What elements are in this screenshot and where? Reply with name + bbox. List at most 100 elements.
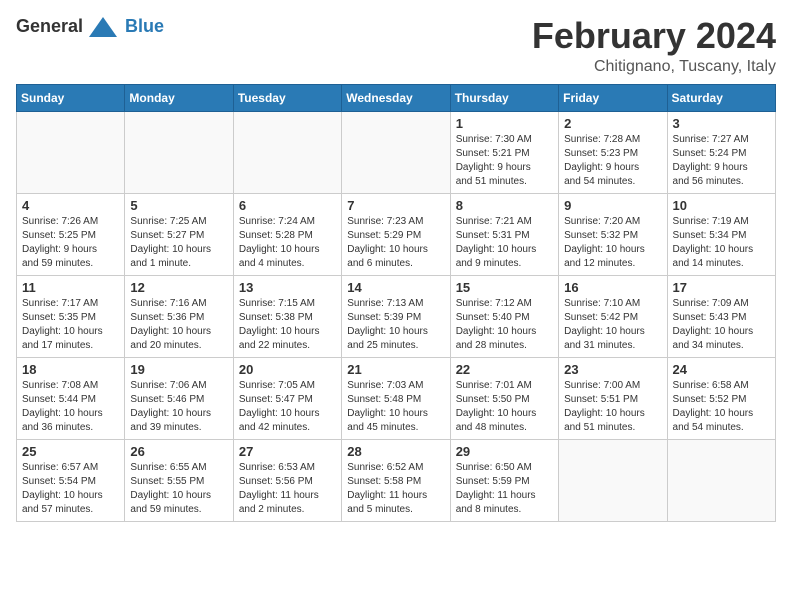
weekday-header: Saturday xyxy=(667,84,775,111)
day-number: 19 xyxy=(130,362,227,377)
calendar-day-cell: 22 Sunrise: 7:01 AM Sunset: 5:50 PM Dayli… xyxy=(450,357,558,439)
day-info: Sunrise: 7:01 AM Sunset: 5:50 PM Dayligh… xyxy=(456,379,553,435)
day-info: Sunrise: 7:09 AM Sunset: 5:43 PM Dayligh… xyxy=(673,297,770,353)
day-number: 3 xyxy=(673,116,770,131)
day-number: 13 xyxy=(239,280,336,295)
logo-icon xyxy=(89,17,117,37)
day-number: 24 xyxy=(673,362,770,377)
day-number: 11 xyxy=(22,280,119,295)
calendar-day-cell xyxy=(342,111,450,193)
title-area: February 2024 Chitignano, Tuscany, Italy xyxy=(532,16,776,76)
day-info: Sunrise: 7:15 AM Sunset: 5:38 PM Dayligh… xyxy=(239,297,336,353)
weekday-header: Thursday xyxy=(450,84,558,111)
calendar-table: SundayMondayTuesdayWednesdayThursdayFrid… xyxy=(16,84,776,522)
day-number: 27 xyxy=(239,444,336,459)
calendar-day-cell: 15Sunrise: 7:12 AM Sunset: 5:40 PM Dayli… xyxy=(450,275,558,357)
day-number: 21 xyxy=(347,362,444,377)
calendar-day-cell: 18 Sunrise: 7:08 AM Sunset: 5:44 PM Dayli… xyxy=(17,357,125,439)
day-number: 18 xyxy=(22,362,119,377)
calendar-day-cell: 16Sunrise: 7:10 AM Sunset: 5:42 PM Dayli… xyxy=(559,275,667,357)
day-info: Sunrise: 7:00 AM Sunset: 5:51 PM Dayligh… xyxy=(564,379,661,435)
calendar-day-cell xyxy=(233,111,341,193)
day-number: 6 xyxy=(239,198,336,213)
calendar-week-row: 4 Sunrise: 7:26 AM Sunset: 5:25 PM Daylig… xyxy=(17,193,776,275)
day-info: Sunrise: 7:19 AM Sunset: 5:34 PM Dayligh… xyxy=(673,215,770,271)
weekday-header: Wednesday xyxy=(342,84,450,111)
month-title: February 2024 xyxy=(532,16,776,56)
day-number: 22 xyxy=(456,362,553,377)
calendar-day-cell: 25 Sunrise: 6:57 AM Sunset: 5:54 PM Dayli… xyxy=(17,439,125,521)
weekday-header: Friday xyxy=(559,84,667,111)
day-info: Sunrise: 6:57 AM Sunset: 5:54 PM Dayligh… xyxy=(22,461,119,517)
day-info: Sunrise: 7:03 AM Sunset: 5:48 PM Dayligh… xyxy=(347,379,444,435)
calendar-day-cell: 20Sunrise: 7:05 AM Sunset: 5:47 PM Dayli… xyxy=(233,357,341,439)
day-info: Sunrise: 7:20 AM Sunset: 5:32 PM Dayligh… xyxy=(564,215,661,271)
calendar-day-cell: 28 Sunrise: 6:52 AM Sunset: 5:58 PM Dayli… xyxy=(342,439,450,521)
day-number: 12 xyxy=(130,280,227,295)
day-info: Sunrise: 7:05 AM Sunset: 5:47 PM Dayligh… xyxy=(239,379,336,435)
weekday-header: Monday xyxy=(125,84,233,111)
day-info: Sunrise: 7:23 AM Sunset: 5:29 PM Dayligh… xyxy=(347,215,444,271)
weekday-header: Sunday xyxy=(17,84,125,111)
location-subtitle: Chitignano, Tuscany, Italy xyxy=(532,58,776,76)
day-number: 29 xyxy=(456,444,553,459)
day-number: 17 xyxy=(673,280,770,295)
calendar-week-row: 25 Sunrise: 6:57 AM Sunset: 5:54 PM Dayli… xyxy=(17,439,776,521)
day-number: 28 xyxy=(347,444,444,459)
day-info: Sunrise: 7:30 AM Sunset: 5:21 PM Dayligh… xyxy=(456,133,553,189)
calendar-day-cell xyxy=(17,111,125,193)
calendar-week-row: 1Sunrise: 7:30 AM Sunset: 5:21 PM Daylig… xyxy=(17,111,776,193)
calendar-week-row: 11Sunrise: 7:17 AM Sunset: 5:35 PM Dayli… xyxy=(17,275,776,357)
day-number: 7 xyxy=(347,198,444,213)
day-number: 5 xyxy=(130,198,227,213)
calendar-day-cell: 6 Sunrise: 7:24 AM Sunset: 5:28 PM Daylig… xyxy=(233,193,341,275)
calendar-day-cell: 23 Sunrise: 7:00 AM Sunset: 5:51 PM Dayli… xyxy=(559,357,667,439)
day-number: 8 xyxy=(456,198,553,213)
day-info: Sunrise: 6:53 AM Sunset: 5:56 PM Dayligh… xyxy=(239,461,336,517)
day-number: 9 xyxy=(564,198,661,213)
day-number: 23 xyxy=(564,362,661,377)
day-info: Sunrise: 6:55 AM Sunset: 5:55 PM Dayligh… xyxy=(130,461,227,517)
day-number: 10 xyxy=(673,198,770,213)
day-number: 16 xyxy=(564,280,661,295)
day-info: Sunrise: 7:08 AM Sunset: 5:44 PM Dayligh… xyxy=(22,379,119,435)
calendar-day-cell xyxy=(125,111,233,193)
calendar-day-cell xyxy=(559,439,667,521)
day-info: Sunrise: 7:26 AM Sunset: 5:25 PM Dayligh… xyxy=(22,215,119,271)
day-info: Sunrise: 7:25 AM Sunset: 5:27 PM Dayligh… xyxy=(130,215,227,271)
day-info: Sunrise: 7:21 AM Sunset: 5:31 PM Dayligh… xyxy=(456,215,553,271)
day-info: Sunrise: 7:12 AM Sunset: 5:40 PM Dayligh… xyxy=(456,297,553,353)
day-info: Sunrise: 6:52 AM Sunset: 5:58 PM Dayligh… xyxy=(347,461,444,517)
day-number: 26 xyxy=(130,444,227,459)
day-info: Sunrise: 7:24 AM Sunset: 5:28 PM Dayligh… xyxy=(239,215,336,271)
day-info: Sunrise: 6:58 AM Sunset: 5:52 PM Dayligh… xyxy=(673,379,770,435)
day-info: Sunrise: 7:13 AM Sunset: 5:39 PM Dayligh… xyxy=(347,297,444,353)
day-number: 2 xyxy=(564,116,661,131)
day-info: Sunrise: 6:50 AM Sunset: 5:59 PM Dayligh… xyxy=(456,461,553,517)
calendar-day-cell: 11Sunrise: 7:17 AM Sunset: 5:35 PM Dayli… xyxy=(17,275,125,357)
calendar-week-row: 18 Sunrise: 7:08 AM Sunset: 5:44 PM Dayli… xyxy=(17,357,776,439)
calendar-day-cell: 27 Sunrise: 6:53 AM Sunset: 5:56 PM Dayli… xyxy=(233,439,341,521)
day-number: 25 xyxy=(22,444,119,459)
calendar-day-cell: 5 Sunrise: 7:25 AM Sunset: 5:27 PM Daylig… xyxy=(125,193,233,275)
calendar-day-cell xyxy=(667,439,775,521)
day-info: Sunrise: 7:28 AM Sunset: 5:23 PM Dayligh… xyxy=(564,133,661,189)
calendar-day-cell: 12 Sunrise: 7:16 AM Sunset: 5:36 PM Dayli… xyxy=(125,275,233,357)
calendar-day-cell: 19Sunrise: 7:06 AM Sunset: 5:46 PM Dayli… xyxy=(125,357,233,439)
calendar-day-cell: 8 Sunrise: 7:21 AM Sunset: 5:31 PM Daylig… xyxy=(450,193,558,275)
day-number: 4 xyxy=(22,198,119,213)
calendar-day-cell: 13 Sunrise: 7:15 AM Sunset: 5:38 PM Dayli… xyxy=(233,275,341,357)
calendar-day-cell: 1Sunrise: 7:30 AM Sunset: 5:21 PM Daylig… xyxy=(450,111,558,193)
day-number: 14 xyxy=(347,280,444,295)
logo-general: General xyxy=(16,16,83,37)
day-info: Sunrise: 7:16 AM Sunset: 5:36 PM Dayligh… xyxy=(130,297,227,353)
calendar-day-cell: 26 Sunrise: 6:55 AM Sunset: 5:55 PM Dayli… xyxy=(125,439,233,521)
calendar-day-cell: 2 Sunrise: 7:28 AM Sunset: 5:23 PM Daylig… xyxy=(559,111,667,193)
day-info: Sunrise: 7:27 AM Sunset: 5:24 PM Dayligh… xyxy=(673,133,770,189)
calendar-day-cell: 9 Sunrise: 7:20 AM Sunset: 5:32 PM Daylig… xyxy=(559,193,667,275)
calendar-header-row: SundayMondayTuesdayWednesdayThursdayFrid… xyxy=(17,84,776,111)
logo-blue: Blue xyxy=(125,16,164,37)
calendar-day-cell: 3 Sunrise: 7:27 AM Sunset: 5:24 PM Daylig… xyxy=(667,111,775,193)
calendar-day-cell: 17 Sunrise: 7:09 AM Sunset: 5:43 PM Dayli… xyxy=(667,275,775,357)
calendar-day-cell: 10 Sunrise: 7:19 AM Sunset: 5:34 PM Dayli… xyxy=(667,193,775,275)
